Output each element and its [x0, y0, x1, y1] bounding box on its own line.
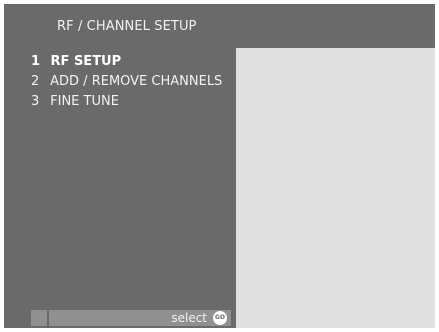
page-title: RF / CHANNEL SETUP [57, 19, 197, 34]
menu-item-fine-tune[interactable]: 3 FINE TUNE [31, 92, 222, 112]
menu-item-number: 1 [31, 54, 41, 69]
go-icon[interactable]: GO [213, 311, 227, 325]
menu-item-label: RF SETUP [50, 54, 122, 69]
menu-item-number: 3 [31, 94, 40, 109]
menu-item-number: 2 [31, 74, 40, 89]
preview-panel [236, 48, 435, 328]
menu-item-rf-setup[interactable]: 1 RF SETUP [31, 52, 222, 72]
select-label: select [171, 311, 207, 325]
menu-item-label: FINE TUNE [50, 94, 119, 109]
status-bar: select GO [31, 310, 231, 326]
status-bar-divider [47, 310, 49, 326]
setup-menu: 1 RF SETUP 2 ADD / REMOVE CHANNELS 3 FIN… [31, 52, 222, 112]
menu-item-add-remove-channels[interactable]: 2 ADD / REMOVE CHANNELS [31, 72, 222, 92]
menu-item-label: ADD / REMOVE CHANNELS [50, 74, 223, 89]
